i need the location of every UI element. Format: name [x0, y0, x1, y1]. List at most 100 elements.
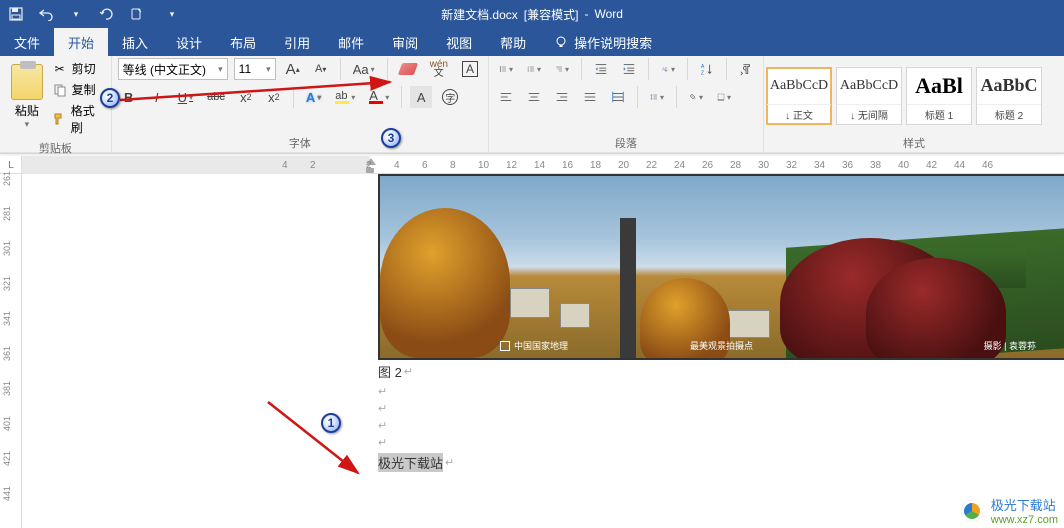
- paintbrush-icon: [52, 111, 67, 127]
- style-name: 标题 1: [907, 104, 971, 124]
- quick-access-toolbar: [0, 6, 180, 22]
- cut-label: 剪切: [72, 60, 96, 77]
- char-border-icon: A: [462, 61, 478, 77]
- format-painter-label: 格式刷: [71, 102, 105, 136]
- tab-review[interactable]: 审阅: [378, 28, 432, 56]
- watermark-url: www.xz7.com: [991, 514, 1058, 526]
- style-card-heading1[interactable]: AaBl标题 1: [906, 67, 972, 125]
- ruler-tick: 46: [982, 160, 993, 171]
- increase-indent-button[interactable]: [618, 58, 640, 80]
- align-justify-button[interactable]: [579, 86, 601, 108]
- document-image[interactable]: 中国国家地理 最美观景拍摄点 摄影 | 袁蓉荪: [378, 174, 1064, 360]
- scissors-icon: ✂: [52, 61, 68, 77]
- tab-view[interactable]: 视图: [432, 28, 486, 56]
- group-styles: AaBbCcD↓ 正文 AaBbCcD↓ 无间隔 AaBl标题 1 AaBbC标…: [764, 56, 1064, 153]
- window-title: 新建文档.docx [兼容模式] - Word: [441, 6, 623, 23]
- redo-icon[interactable]: [98, 6, 114, 22]
- annotation-badge-1: 1: [321, 413, 341, 433]
- ruler-tick: 38: [870, 160, 881, 171]
- undo-icon[interactable]: [38, 6, 54, 22]
- ruler-tick: 381: [2, 381, 12, 396]
- chevron-down-icon: ▾: [25, 119, 30, 130]
- style-name: ↓ 正文: [767, 104, 831, 124]
- ruler-tick: 261: [2, 171, 12, 186]
- group-label-styles: 样式: [764, 135, 1064, 153]
- tab-layout[interactable]: 布局: [216, 28, 270, 56]
- align-left-button[interactable]: [495, 86, 517, 108]
- ruler-tick: 42: [926, 160, 937, 171]
- style-card-nospacing[interactable]: AaBbCcD↓ 无间隔: [836, 67, 902, 125]
- align-center-button[interactable]: [523, 86, 545, 108]
- ribbon-tabs: 文件 开始 插入 设计 布局 引用 邮件 审阅 视图 帮助 操作说明搜索: [0, 28, 1064, 56]
- ruler-tick: 16: [562, 160, 573, 171]
- title-sep: -: [584, 7, 588, 21]
- text-direction-button[interactable]: A: [657, 58, 679, 80]
- style-card-normal[interactable]: AaBbCcD↓ 正文: [766, 67, 832, 125]
- tab-file[interactable]: 文件: [0, 28, 54, 56]
- copy-button[interactable]: 复制: [52, 81, 105, 98]
- cut-button[interactable]: ✂剪切: [52, 60, 105, 77]
- figure-caption[interactable]: 图 2: [378, 362, 402, 381]
- img-caption-mid: 最美观景拍摄点: [690, 339, 753, 352]
- doc-name: 新建文档.docx: [441, 6, 518, 23]
- ruler-tick: 20: [618, 160, 629, 171]
- save-icon[interactable]: [8, 6, 24, 22]
- sort-button[interactable]: AZ: [696, 58, 718, 80]
- app-name: Word: [594, 7, 622, 21]
- ruler-tick: 361: [2, 346, 12, 361]
- format-painter-button[interactable]: 格式刷: [52, 102, 105, 136]
- ruler-tick: 22: [646, 160, 657, 171]
- decrease-indent-button[interactable]: [590, 58, 612, 80]
- style-card-heading2[interactable]: AaBbC标题 2: [976, 67, 1042, 125]
- numbering-button[interactable]: 123: [523, 58, 545, 80]
- compat-mode: [兼容模式]: [524, 6, 579, 23]
- annotation-badge-2: 2: [100, 88, 120, 108]
- qat-customize-dropdown-icon[interactable]: [164, 6, 180, 22]
- align-right-button[interactable]: [551, 86, 573, 108]
- tab-references[interactable]: 引用: [270, 28, 324, 56]
- ruler-tick: 12: [506, 160, 517, 171]
- horizontal-ruler[interactable]: 4224681012141618202224262830323436384042…: [22, 156, 1064, 174]
- ruler-tick: 40: [898, 160, 909, 171]
- tab-help[interactable]: 帮助: [486, 28, 540, 56]
- lightbulb-icon: [554, 35, 568, 49]
- document-page[interactable]: 中国国家地理 最美观景拍摄点 摄影 | 袁蓉荪 图 2↵ ↵ ↵ ↵ ↵ 极光下…: [22, 174, 1064, 528]
- ruler-tick: 4: [282, 160, 288, 171]
- char-border-button[interactable]: A: [458, 58, 482, 80]
- style-name: ↓ 无间隔: [837, 104, 901, 124]
- tab-tell-me[interactable]: 操作说明搜索: [540, 28, 666, 56]
- paste-button[interactable]: 粘贴 ▾: [6, 60, 48, 130]
- tab-insert[interactable]: 插入: [108, 28, 162, 56]
- annotation-badge-3: 3: [381, 128, 401, 148]
- annotation-arrow-2-to-3: [118, 72, 418, 152]
- touch-mode-icon[interactable]: [128, 6, 144, 22]
- enclose-char-button[interactable]: 字: [438, 86, 462, 108]
- tab-mailings[interactable]: 邮件: [324, 28, 378, 56]
- ruler-tick: 421: [2, 451, 12, 466]
- phonetic-guide-button[interactable]: wén文: [426, 58, 452, 80]
- paste-icon: [11, 64, 43, 100]
- ruler-tick: 28: [730, 160, 741, 171]
- show-marks-button[interactable]: [735, 58, 757, 80]
- ruler-tick: 341: [2, 311, 12, 326]
- ruler-tick: 4: [394, 160, 400, 171]
- undo-dropdown-icon[interactable]: [68, 6, 84, 22]
- ruler-tick: 14: [534, 160, 545, 171]
- shading-button[interactable]: [685, 86, 707, 108]
- align-distribute-button[interactable]: [607, 86, 629, 108]
- paste-label: 粘贴: [15, 102, 39, 119]
- borders-button[interactable]: [713, 86, 735, 108]
- paragraph-mark-icon: ↵: [404, 365, 413, 378]
- tab-design[interactable]: 设计: [162, 28, 216, 56]
- ruler-tick: 2: [310, 160, 316, 171]
- vertical-ruler[interactable]: 261281301321341361381401421441: [0, 174, 22, 528]
- bullets-button[interactable]: [495, 58, 517, 80]
- tab-home[interactable]: 开始: [54, 28, 108, 56]
- ruler-tick: 18: [590, 160, 601, 171]
- line-spacing-button[interactable]: [646, 86, 668, 108]
- ruler-tick: 24: [674, 160, 685, 171]
- img-caption-right: 摄影 | 袁蓉荪: [984, 339, 1036, 352]
- ruler-tick: 36: [842, 160, 853, 171]
- group-paragraph: 123 A AZ: [489, 56, 764, 153]
- multilevel-list-button[interactable]: [551, 58, 573, 80]
